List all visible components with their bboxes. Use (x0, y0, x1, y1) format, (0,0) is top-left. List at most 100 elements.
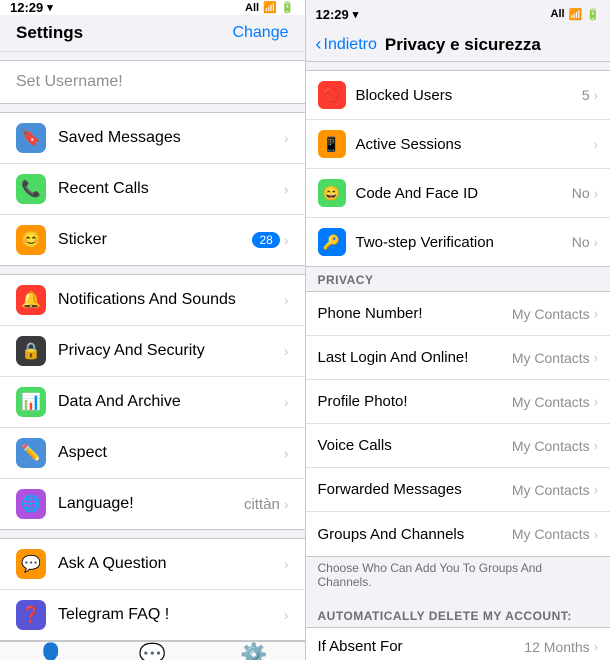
back-chevron-icon: ‹ (316, 34, 322, 55)
tab-status-icon: 👤 (37, 642, 64, 660)
language-icon: 🌐 (16, 489, 46, 519)
recent-calls-label: Recent Calls (58, 180, 284, 198)
right-panel: 12:29 ▾ All 📶 🔋 ‹ Indietro Privacy e sic… (306, 0, 610, 660)
two-step-label: Two-step Verification (356, 234, 572, 251)
notifications-chevron: › (284, 292, 289, 308)
saved-messages-label: Saved Messages (58, 129, 284, 147)
left-status-bar: 12:29 ▾ All 📶 🔋 (0, 0, 305, 15)
forwarded-messages-item[interactable]: Forwarded Messages My Contacts › (306, 468, 610, 512)
menu-item-recent-calls[interactable]: 📞 Recent Calls › (0, 164, 305, 215)
absent-for-label: If Absent For (318, 638, 525, 655)
right-time: 12:29 (316, 7, 349, 22)
profile-photo-chevron: › (594, 394, 598, 409)
voice-calls-value: My Contacts (512, 438, 590, 454)
left-status-right: All 📶 🔋 (245, 1, 294, 14)
two-step-chevron: › (594, 235, 598, 250)
settings-menu-section: 🔔 Notifications And Sounds › 🔒 Privacy A… (0, 274, 305, 530)
phone-number-chevron: › (594, 306, 598, 321)
phone-number-item[interactable]: Phone Number! My Contacts › (306, 292, 610, 336)
delete-section-header: AUTOMATICALLY DELETE MY ACCOUNT: (306, 603, 610, 627)
menu-item-faq[interactable]: ❓ Telegram FAQ ! › (0, 590, 305, 640)
privacy-icon: 🔒 (16, 336, 46, 366)
phone-number-label: Phone Number! (318, 305, 512, 322)
menu-item-sticker[interactable]: 😊 Sticker 28 › (0, 215, 305, 265)
menu-item-data[interactable]: 📊 Data And Archive › (0, 377, 305, 428)
notifications-icon: 🔔 (16, 285, 46, 315)
absent-for-value: 12 Months (524, 639, 589, 655)
groups-channels-item[interactable]: Groups And Channels My Contacts › (306, 512, 610, 556)
profile-photo-value: My Contacts (512, 394, 590, 410)
phone-number-value: My Contacts (512, 306, 590, 322)
groups-channels-label: Groups And Channels (318, 526, 512, 543)
menu-item-saved-messages[interactable]: 🔖 Saved Messages › (0, 113, 305, 164)
sticker-label: Sticker (58, 231, 252, 249)
recent-calls-chevron: › (284, 181, 289, 197)
language-label: Language! (58, 495, 244, 513)
menu-item-notifications[interactable]: 🔔 Notifications And Sounds › (0, 275, 305, 326)
right-wifi-icon: 📶 (569, 8, 583, 21)
absent-for-item[interactable]: If Absent For 12 Months › (306, 627, 610, 660)
tab-chat[interactable]: 💬 Chat (102, 642, 204, 660)
left-time: 12:29 (10, 0, 43, 15)
menu-item-aspect[interactable]: ✏️ Aspect › (0, 428, 305, 479)
faq-chevron: › (284, 607, 289, 623)
top-menu-section: 🔖 Saved Messages › 📞 Recent Calls › 😊 St… (0, 112, 305, 266)
right-header: ‹ Indietro Privacy e sicurezza (306, 28, 610, 62)
privacy-label: Privacy And Security (58, 342, 284, 360)
sticker-icon: 😊 (16, 225, 46, 255)
active-sessions-chevron: › (594, 137, 598, 152)
two-step-icon: 🔑 (318, 228, 346, 256)
change-button[interactable]: Change (232, 24, 288, 42)
right-header-title: Privacy e sicurezza (385, 35, 541, 55)
last-login-chevron: › (594, 350, 598, 365)
aspect-label: Aspect (58, 444, 284, 462)
left-battery-icon: 🔋 (281, 1, 295, 14)
right-status-right: All 📶 🔋 (551, 8, 600, 21)
data-label: Data And Archive (58, 393, 284, 411)
tab-bar: 👤 Status! 💬 Chat ⚙️ Settings (0, 641, 305, 660)
menu-item-language[interactable]: 🌐 Language! cittàn › (0, 479, 305, 529)
menu-item-privacy[interactable]: 🔒 Privacy And Security › (0, 326, 305, 377)
blocked-users-label: Blocked Users (356, 87, 582, 104)
tab-settings[interactable]: ⚙️ Settings (203, 642, 305, 660)
menu-item-ask-question[interactable]: 💬 Ask A Question › (0, 539, 305, 590)
blocked-users-item[interactable]: 🚫 Blocked Users 5 › (306, 71, 610, 120)
left-wifi-icon: 📶 (263, 1, 277, 14)
tab-status[interactable]: 👤 Status! (0, 642, 102, 660)
code-face-chevron: › (594, 186, 598, 201)
settings-title: Settings (16, 23, 83, 43)
profile-photo-item[interactable]: Profile Photo! My Contacts › (306, 380, 610, 424)
back-button[interactable]: ‹ Indietro (316, 34, 377, 55)
sticker-chevron: › (284, 232, 289, 248)
code-face-label: Code And Face ID (356, 185, 572, 202)
forwarded-messages-value: My Contacts (512, 482, 590, 498)
right-status-left: 12:29 ▾ (316, 7, 359, 22)
voice-calls-chevron: › (594, 438, 598, 453)
active-sessions-item[interactable]: 📱 Active Sessions › (306, 120, 610, 169)
active-sessions-icon: 📱 (318, 130, 346, 158)
back-label: Indietro (324, 36, 377, 54)
delete-section: AUTOMATICALLY DELETE MY ACCOUNT: If Abse… (306, 603, 610, 660)
username-label: Set Username! (16, 73, 123, 90)
left-header: Settings Change (0, 15, 305, 52)
privacy-section: Phone Number! My Contacts › Last Login A… (306, 291, 610, 557)
groups-channels-value: My Contacts (512, 526, 590, 542)
ask-question-label: Ask A Question (58, 555, 284, 573)
language-chevron: › (284, 496, 289, 512)
right-battery-icon: 🔋 (586, 8, 600, 21)
code-face-item[interactable]: 😄 Code And Face ID No › (306, 169, 610, 218)
faq-icon: ❓ (16, 600, 46, 630)
active-sessions-label: Active Sessions (356, 136, 594, 153)
username-section: Set Username! (0, 60, 305, 104)
saved-messages-chevron: › (284, 130, 289, 146)
saved-messages-icon: 🔖 (16, 123, 46, 153)
two-step-item[interactable]: 🔑 Two-step Verification No › (306, 218, 610, 266)
voice-calls-item[interactable]: Voice Calls My Contacts › (306, 424, 610, 468)
last-login-item[interactable]: Last Login And Online! My Contacts › (306, 336, 610, 380)
two-step-value: No (572, 234, 590, 250)
recent-calls-icon: 📞 (16, 174, 46, 204)
notifications-label: Notifications And Sounds (58, 291, 284, 309)
left-signal-icon: ▾ (47, 1, 53, 14)
privacy-chevron: › (284, 343, 289, 359)
data-icon: 📊 (16, 387, 46, 417)
